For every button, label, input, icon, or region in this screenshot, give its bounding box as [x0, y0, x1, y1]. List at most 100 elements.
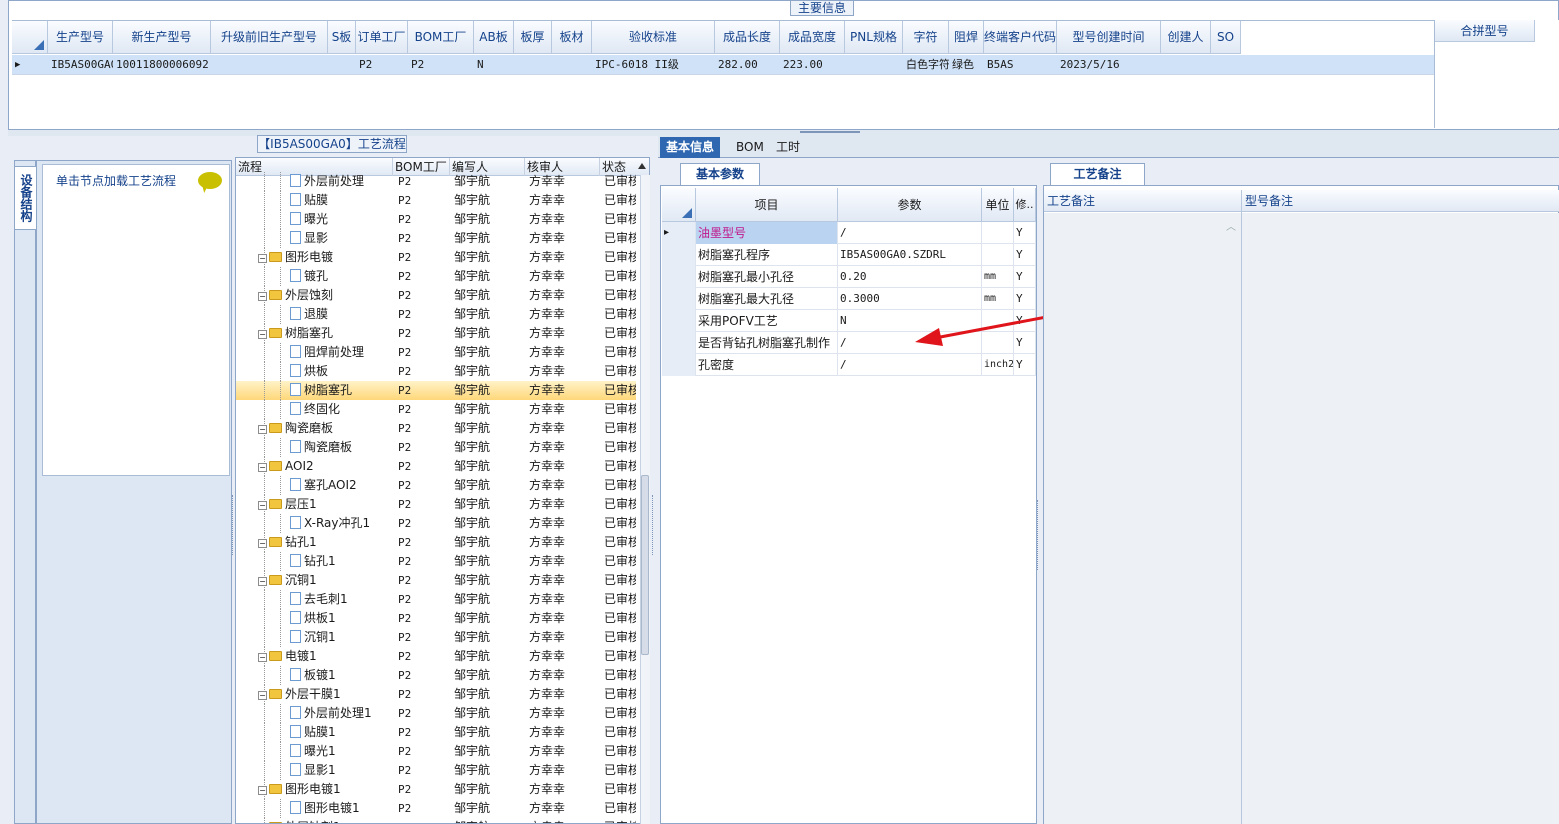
column-header[interactable]: 阻焊	[949, 21, 984, 54]
table-cell[interactable]: 223.00	[780, 55, 845, 75]
table-cell[interactable]: 绿色	[949, 55, 984, 75]
column-header[interactable]: AB板	[474, 21, 514, 54]
collapse-icon[interactable]: −	[258, 653, 267, 662]
tree-row[interactable]: − 电镀1 P2 邹宇航 方幸幸 已审核	[236, 647, 636, 666]
param-header-unit[interactable]: 单位	[982, 188, 1014, 222]
tree-row[interactable]: 退膜 P2 邹宇航 方幸幸 已审核	[236, 305, 636, 324]
column-header[interactable]: 成品宽度	[780, 21, 845, 54]
tree-row[interactable]: 图形电镀1 P2 邹宇航 方幸幸 已审核	[236, 799, 636, 818]
tree-row[interactable]: 烘板1 P2 邹宇航 方幸幸 已审核	[236, 609, 636, 628]
tab-basic-params[interactable]: 基本参数	[680, 163, 760, 185]
collapse-icon[interactable]: −	[258, 330, 267, 339]
table-cell[interactable]	[514, 55, 552, 75]
param-row[interactable]: 树脂塞孔最小孔径 0.20 mm Y	[662, 266, 1036, 288]
tree-scroll-thumb[interactable]	[641, 475, 649, 655]
column-header[interactable]: 新生产型号	[113, 21, 211, 54]
table-cell[interactable]	[845, 55, 903, 75]
tree-row[interactable]: − AOI2 P2 邹宇航 方幸幸 已审核	[236, 457, 636, 476]
column-header[interactable]: 创建人	[1161, 21, 1211, 54]
main-info-grid[interactable]: 生产型号 新生产型号 升级前旧生产型号 S板 订单工厂 BOM工厂 AB板 板厚 板材 验收标准成…	[12, 20, 1434, 128]
collapse-icon[interactable]: −	[258, 292, 267, 301]
column-header[interactable]: 验收标准	[592, 21, 715, 54]
tree-row[interactable]: 钻孔1 P2 邹宇航 方幸幸 已审核	[236, 552, 636, 571]
tab-bom[interactable]: BOM	[730, 137, 770, 158]
param-value[interactable]: /	[838, 222, 982, 244]
tree-row[interactable]: 显影1 P2 邹宇航 方幸幸 已审核	[236, 761, 636, 780]
tree-row[interactable]: 阻焊前处理 P2 邹宇航 方幸幸 已审核	[236, 343, 636, 362]
tree-row[interactable]: 外层前处理1 P2 邹宇航 方幸幸 已审核	[236, 704, 636, 723]
column-header[interactable]: 板材	[552, 21, 592, 54]
tab-work-hours[interactable]: 工时	[770, 137, 806, 158]
collapse-icon[interactable]: −	[258, 786, 267, 795]
column-header[interactable]: SO	[1211, 21, 1241, 54]
splitter-grip[interactable]	[652, 495, 655, 555]
param-value[interactable]: 0.20	[838, 266, 982, 288]
column-header[interactable]: 订单工厂	[356, 21, 408, 54]
tab-process-remark[interactable]: 工艺备注	[1050, 163, 1145, 185]
param-row[interactable]: 孔密度 / inch2 Y	[662, 354, 1036, 376]
tab-basic-info[interactable]: 基本信息	[660, 137, 721, 158]
tree-row[interactable]: 镀孔 P2 邹宇航 方幸幸 已审核	[236, 267, 636, 286]
table-cell[interactable]	[211, 55, 328, 75]
process-flow-tree[interactable]: 流程 BOM工厂 编写人 核审人 状态 外层前处理P2邹宇航方幸幸已审核贴膜P2…	[235, 157, 650, 824]
column-header[interactable]: 型号创建时间	[1057, 21, 1161, 54]
tree-row[interactable]: 陶瓷磨板 P2 邹宇航 方幸幸 已审核	[236, 438, 636, 457]
table-cell[interactable]: 白色字符	[903, 55, 949, 75]
tree-row[interactable]: − 沉铜1 P2 邹宇航 方幸幸 已审核	[236, 571, 636, 590]
column-header[interactable]: 生产型号	[48, 21, 113, 54]
splitter-grip[interactable]	[1037, 500, 1041, 570]
collapse-icon[interactable]: −	[258, 577, 267, 586]
column-header[interactable]: BOM工厂	[408, 21, 474, 54]
column-header[interactable]: 终端客户代码	[984, 21, 1057, 54]
param-header-modify[interactable]: 修..	[1014, 188, 1036, 222]
tree-row[interactable]: 塞孔AOI2 P2 邹宇航 方幸幸 已审核	[236, 476, 636, 495]
param-row[interactable]: 树脂塞孔程序 IB5AS00GA0.SZDRL Y	[662, 244, 1036, 266]
tree-row[interactable]: − 图形电镀 P2 邹宇航 方幸幸 已审核	[236, 248, 636, 267]
tree-row[interactable]: − 层压1 P2 邹宇航 方幸幸 已审核	[236, 495, 636, 514]
param-row[interactable]: ▸ 油墨型号 / Y	[662, 222, 1036, 244]
collapse-icon[interactable]: −	[258, 539, 267, 548]
param-value[interactable]: IB5AS00GA0.SZDRL	[838, 244, 982, 266]
table-cell[interactable]	[328, 55, 356, 75]
table-cell[interactable]: IPC-6018 II级	[592, 55, 715, 75]
chevron-up-icon[interactable]: ︿	[1226, 218, 1236, 233]
tree-row[interactable]: − 钻孔1 P2 邹宇航 方幸幸 已审核	[236, 533, 636, 552]
tree-row[interactable]: − 陶瓷磨板 P2 邹宇航 方幸幸 已审核	[236, 419, 636, 438]
tree-row[interactable]: 板镀1 P2 邹宇航 方幸幸 已审核	[236, 666, 636, 685]
param-header-value[interactable]: 参数	[838, 188, 982, 222]
tree-row[interactable]: 贴膜1 P2 邹宇航 方幸幸 已审核	[236, 723, 636, 742]
column-header[interactable]: 成品长度	[715, 21, 780, 54]
table-cell[interactable]: 10011800006092	[113, 55, 211, 75]
table-cell[interactable]: 282.00	[715, 55, 780, 75]
table-row[interactable]: IB5AS00GA0 10011800006092 P2 P2 N IPC-6018 II…	[12, 55, 1434, 75]
collapse-icon[interactable]: −	[258, 425, 267, 434]
tree-row[interactable]: − 图形电镀1 P2 邹宇航 方幸幸 已审核	[236, 780, 636, 799]
column-header[interactable]: 板厚	[514, 21, 552, 54]
column-header[interactable]: S板	[328, 21, 356, 54]
tree-row[interactable]: 终固化 P2 邹宇航 方幸幸 已审核	[236, 400, 636, 419]
table-cell[interactable]: 2023/5/16	[1057, 55, 1161, 75]
tree-row[interactable]: 显影 P2 邹宇航 方幸幸 已审核	[236, 229, 636, 248]
column-header[interactable]: 字符	[903, 21, 949, 54]
tree-row[interactable]: 树脂塞孔 P2 邹宇航 方幸幸 已审核	[236, 381, 636, 400]
table-cell[interactable]: P2	[356, 55, 408, 75]
table-cell[interactable]	[552, 55, 592, 75]
collapse-icon[interactable]: −	[258, 254, 267, 263]
collapse-icon[interactable]: −	[258, 691, 267, 700]
param-grid-corner[interactable]	[662, 188, 696, 222]
column-header[interactable]: PNL规格	[845, 21, 903, 54]
param-value[interactable]: /	[838, 354, 982, 376]
tree-row[interactable]: 曝光1 P2 邹宇航 方幸幸 已审核	[236, 742, 636, 761]
collapse-icon[interactable]: −	[258, 501, 267, 510]
table-cell[interactable]	[1211, 55, 1241, 75]
grid-corner[interactable]	[12, 21, 48, 54]
table-cell[interactable]: N	[474, 55, 514, 75]
tree-row[interactable]: −外层蚀刻1P2邹宇航方幸幸已审核	[236, 818, 636, 823]
tree-row[interactable]: 外层前处理 P2 邹宇航 方幸幸 已审核	[236, 172, 636, 191]
tree-row[interactable]: 烘板 P2 邹宇航 方幸幸 已审核	[236, 362, 636, 381]
table-cell[interactable]: IB5AS00GA0	[48, 55, 113, 75]
tab-device-structure[interactable]: 设备结构	[14, 166, 36, 230]
tree-row[interactable]: 贴膜 P2 邹宇航 方幸幸 已审核	[236, 191, 636, 210]
table-cell[interactable]: P2	[408, 55, 474, 75]
table-cell[interactable]: B5AS	[984, 55, 1057, 75]
